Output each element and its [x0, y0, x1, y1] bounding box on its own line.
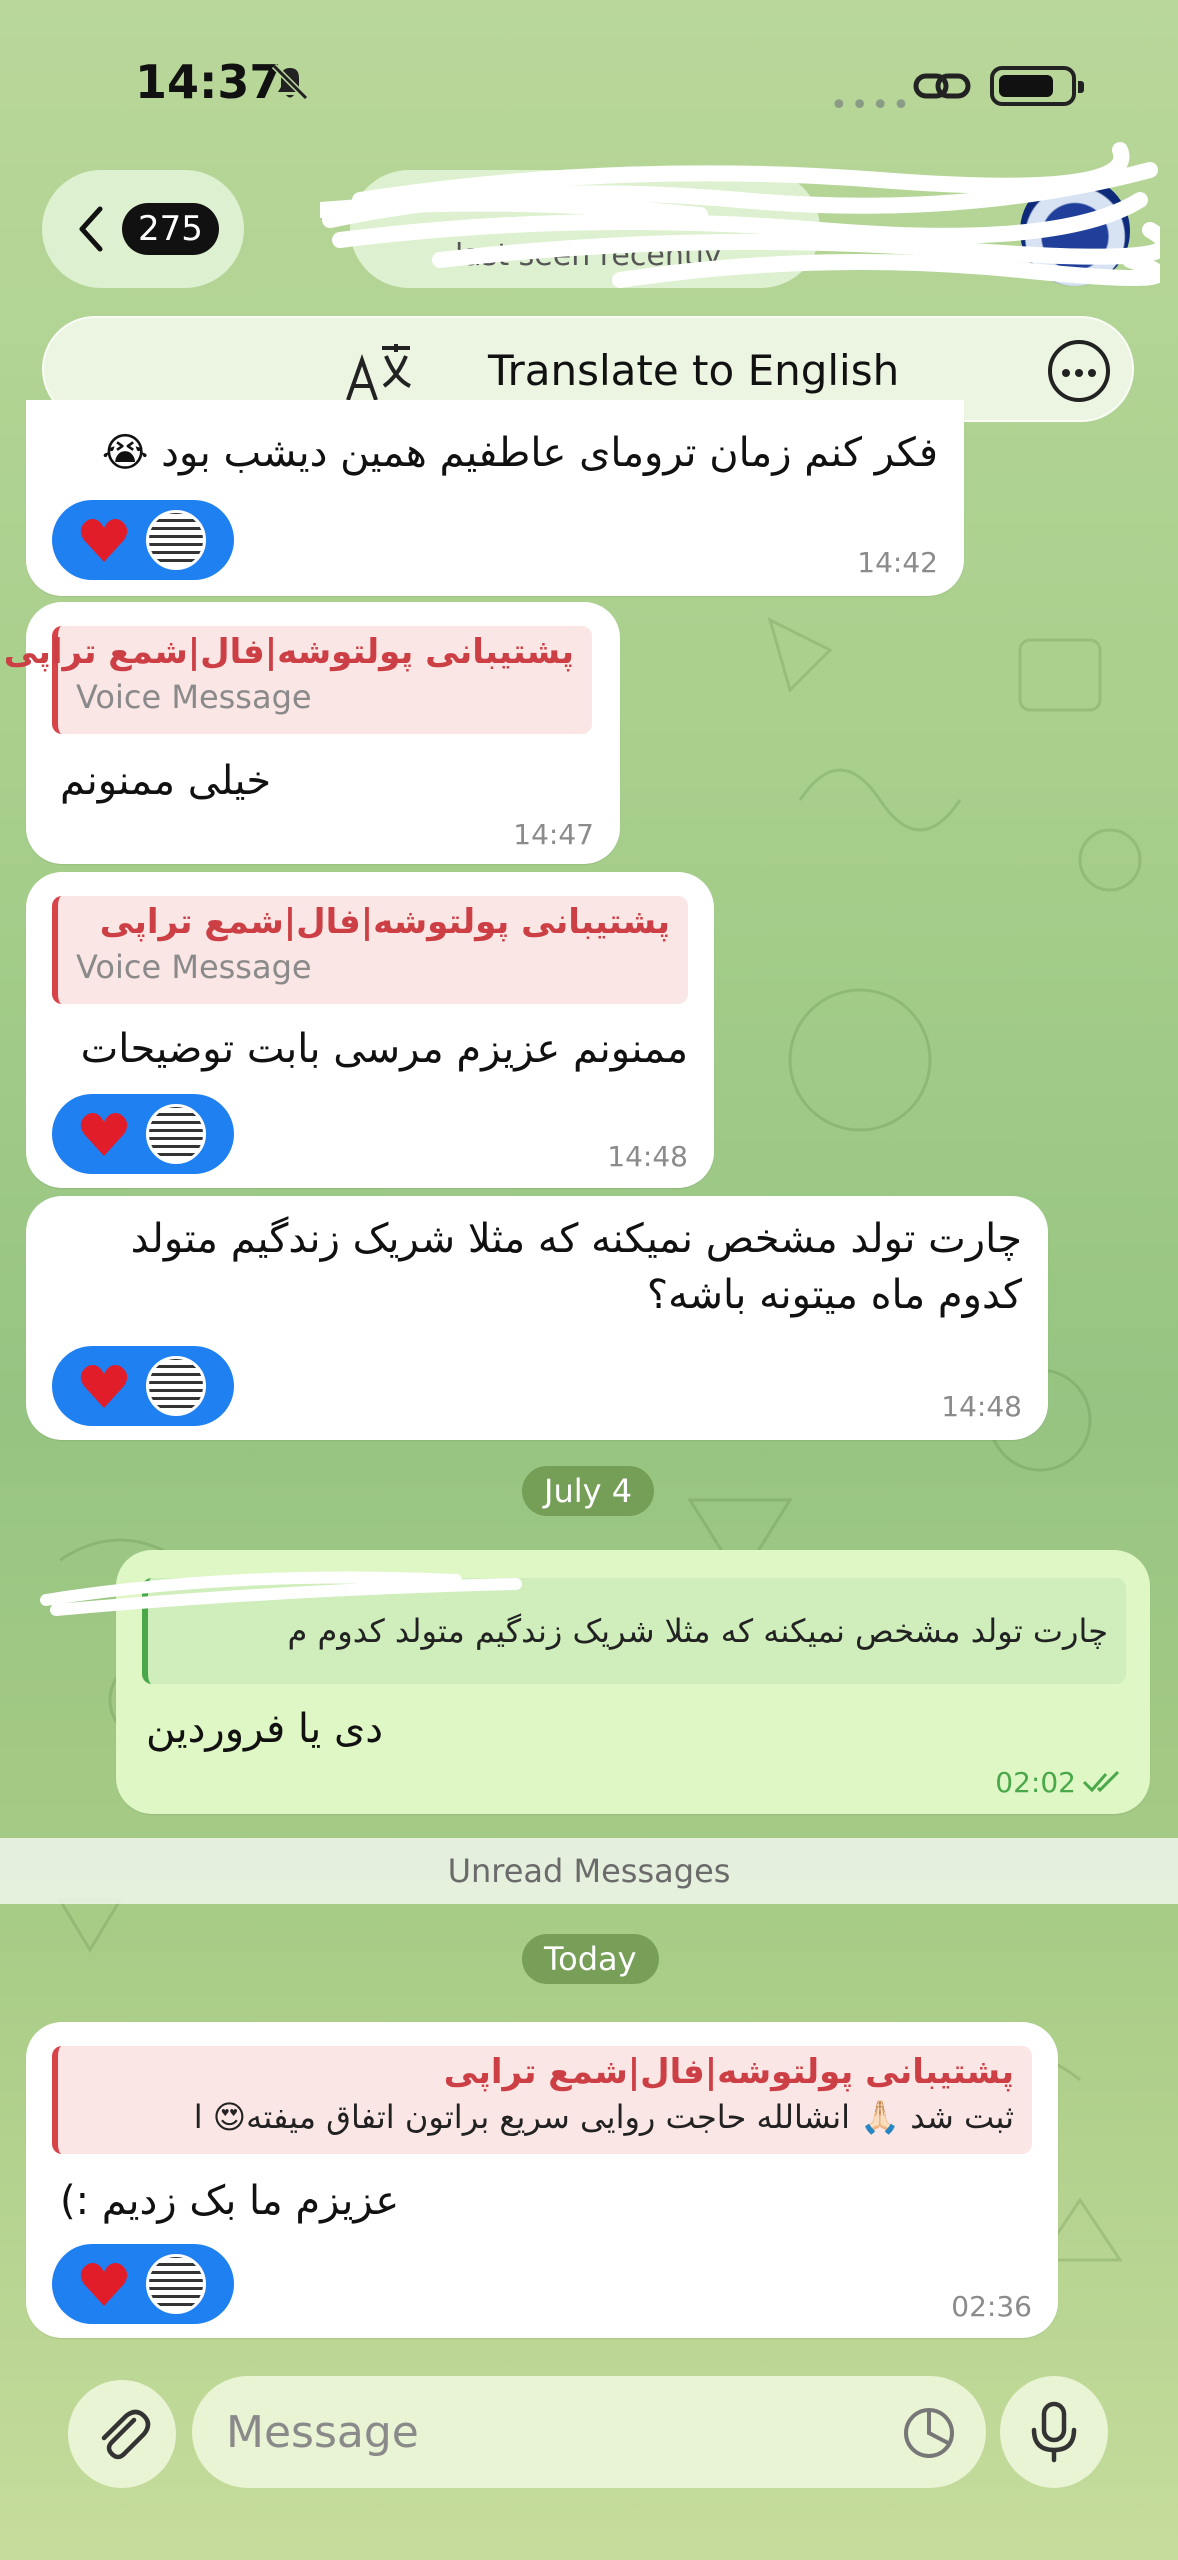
message-input[interactable] [226, 2398, 866, 2466]
message-composer[interactable] [192, 2376, 986, 2488]
unread-messages-divider: Unread Messages [0, 1838, 1178, 1904]
reply-author: پشتیبانی پولتوشه|فال|شمع تراپی [3, 632, 574, 672]
double-check-icon [1082, 1770, 1120, 1793]
outgoing-message-bubble[interactable]: چارت تولد مشخص نمیکنه که مثلا شریک زندگی… [40, 1550, 1150, 1814]
message-time: 14:48 [941, 1390, 1022, 1423]
message-text-line: کدوم ماه میتونه باشه؟ [646, 1272, 1022, 1318]
message-text: دی یا فروردین [146, 1706, 384, 1752]
message-text: خیلی ممنونم [60, 758, 272, 804]
reaction-chip[interactable] [52, 1094, 234, 1174]
message-bubble[interactable]: پشتیبانی پولتوشه|فال|شمع تراپی Voice Mes… [4, 602, 620, 864]
heart-icon [80, 1365, 128, 1408]
reply-preview[interactable]: پشتیبانی پولتوشه|فال|شمع تراپی Voice Mes… [52, 896, 688, 1004]
paperclip-icon [101, 2409, 151, 2460]
message-bubble[interactable]: فکر کنم زمان ترومای عاطفیم همین دیشب بود… [26, 400, 964, 596]
bell-muted-icon [271, 63, 309, 101]
heart-icon [80, 1113, 128, 1156]
message-time: 02:36 [951, 2290, 1032, 2323]
battery-icon [990, 66, 1084, 106]
reactor-avatar [146, 510, 206, 570]
microphone-icon [1031, 2401, 1077, 2463]
message-time: 14:48 [607, 1140, 688, 1173]
message-bubble[interactable]: پشتیبانی پولتوشه|فال|شمع تراپی Voice Mes… [26, 872, 714, 1188]
heart-icon [80, 519, 128, 562]
translate-label: Translate to English [488, 346, 900, 395]
message-time: 14:47 [513, 818, 594, 851]
message-time: 14:42 [857, 546, 938, 579]
reply-author: پشتیبانی پولتوشه|فال|شمع تراپی [443, 2052, 1014, 2092]
translate-icon [346, 344, 411, 401]
more-options-icon[interactable] [1048, 340, 1110, 402]
link-icon [913, 73, 971, 99]
status-time: 14:37 [135, 55, 282, 109]
reply-text: ثبت شد 🙏🏻 انشالله حاجت روایی سریع براتون… [193, 2098, 1014, 2136]
reactor-avatar [146, 2254, 206, 2314]
back-button[interactable]: 275 [42, 170, 244, 288]
reaction-chip[interactable] [52, 500, 234, 580]
attach-button[interactable] [68, 2380, 176, 2488]
reply-preview[interactable]: پشتیبانی پولتوشه|فال|شمع تراپی ثبت شد 🙏🏻… [52, 2046, 1032, 2154]
date-divider: July 4 [522, 1466, 655, 1516]
reply-subtitle: Voice Message [76, 678, 312, 716]
redaction-scribble [40, 1571, 522, 1616]
message-text-line: چارت تولد مشخص نمیکنه که مثلا شریک زندگی… [130, 1216, 1022, 1262]
reply-author: پشتیبانی پولتوشه|فال|شمع تراپی [99, 902, 670, 942]
reaction-chip[interactable] [52, 2244, 234, 2324]
unread-count-badge: 275 [122, 203, 219, 255]
message-text: فکر کنم زمان ترومای عاطفیم همین دیشب بود… [101, 430, 938, 476]
reply-preview[interactable]: پشتیبانی پولتوشه|فال|شمع تراپی Voice Mes… [4, 626, 592, 734]
message-bubble[interactable]: پشتیبانی پولتوشه|فال|شمع تراپی ثبت شد 🙏🏻… [26, 2022, 1058, 2338]
message-text: عزیزم ما بک زدیم :) [60, 2178, 400, 2224]
message-bubble[interactable]: چارت تولد مشخص نمیکنه که مثلا شریک زندگی… [26, 1196, 1048, 1440]
sticker-icon[interactable] [902, 2406, 956, 2460]
heart-icon [80, 2263, 128, 2306]
signal-dots: •••• [830, 88, 913, 123]
reactor-avatar [146, 1356, 206, 1416]
reactor-avatar [146, 1104, 206, 1164]
chevron-left-icon [79, 206, 103, 252]
reply-subtitle: Voice Message [76, 948, 312, 986]
message-text: ممنونم عزیزم مرسی بابت توضیحات [80, 1026, 688, 1072]
date-divider: Today [522, 1934, 659, 1984]
message-time: 02:02 [995, 1766, 1076, 1799]
microphone-button[interactable] [1000, 2376, 1108, 2488]
redaction-scribble [320, 142, 1160, 288]
reaction-chip[interactable] [52, 1346, 234, 1426]
